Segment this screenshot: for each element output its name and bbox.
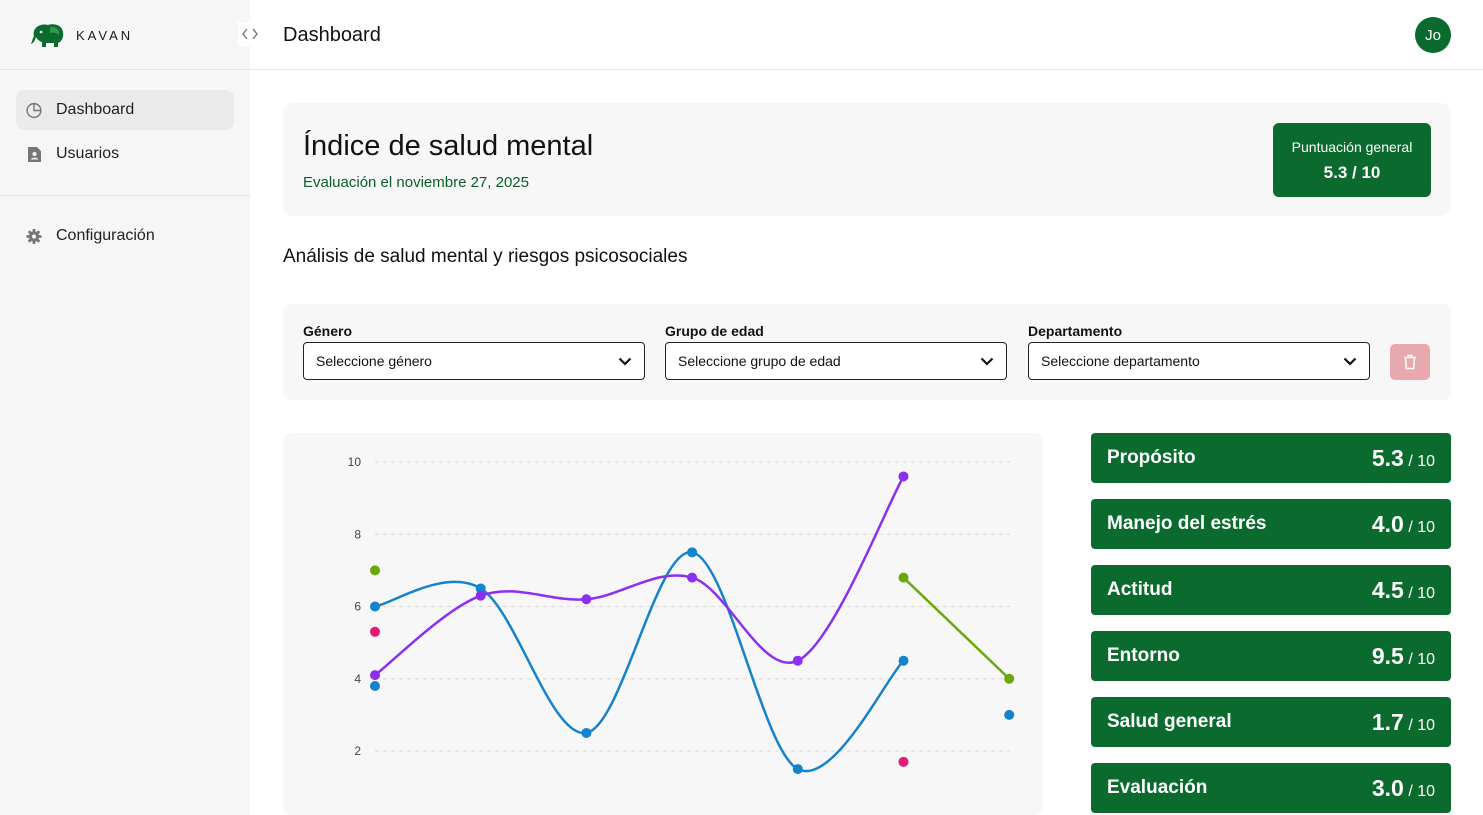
y-tick-label: 8 xyxy=(354,527,361,541)
sidebar-divider xyxy=(0,195,250,196)
data-point xyxy=(687,547,698,558)
y-tick-label: 10 xyxy=(348,455,362,469)
metric-card-actitud: Actitud 4.5 / 10 xyxy=(1091,565,1451,615)
y-tick-label: 2 xyxy=(354,744,361,758)
line-chart: 2 4 6 8 10 xyxy=(348,455,1015,775)
data-point xyxy=(898,655,909,666)
metric-card-proposito: Propósito 5.3 / 10 xyxy=(1091,433,1451,483)
age-filter-label: Grupo de edad xyxy=(665,323,764,339)
chart-card: 2 4 6 8 10 xyxy=(283,433,1043,815)
metric-value: 3.0 xyxy=(1371,774,1404,801)
metric-denominator: / 10 xyxy=(1408,650,1435,668)
index-title: Índice de salud mental xyxy=(303,130,594,162)
pie-chart-icon xyxy=(26,102,42,118)
data-point xyxy=(898,471,909,482)
data-point xyxy=(1004,709,1015,720)
avatar[interactable]: Jo xyxy=(1415,17,1451,53)
metric-denominator: / 10 xyxy=(1408,782,1435,800)
age-select-value: Seleccione grupo de edad xyxy=(678,353,841,369)
sidebar-item-usuarios[interactable]: Usuarios xyxy=(16,134,234,174)
metric-denominator: / 10 xyxy=(1408,584,1435,602)
filters-panel: Género Seleccione género Grupo de edad S… xyxy=(283,304,1451,400)
series-line xyxy=(902,576,1011,680)
data-point xyxy=(370,680,380,691)
chevron-down-icon xyxy=(1343,357,1357,366)
document-user-icon xyxy=(26,146,42,162)
sidebar: KAVAN Dashboard Usuarios Configuración xyxy=(0,0,250,815)
department-filter-label: Departamento xyxy=(1028,323,1123,339)
metric-denominator: / 10 xyxy=(1408,518,1435,536)
metric-denominator: / 10 xyxy=(1408,716,1435,734)
data-point xyxy=(475,590,486,601)
data-point xyxy=(898,756,909,767)
clear-filters-button[interactable] xyxy=(1390,344,1430,380)
metric-name: Evaluación xyxy=(1107,777,1208,798)
metric-value: 5.3 xyxy=(1371,444,1404,471)
page-title: Dashboard xyxy=(283,24,381,46)
data-point xyxy=(370,670,380,681)
mental-health-index-card: Índice de salud mental Evaluación el nov… xyxy=(283,103,1451,216)
metric-name: Actitud xyxy=(1107,579,1173,600)
metric-card-entorno: Entorno 9.5 / 10 xyxy=(1091,631,1451,681)
metric-name: Manejo del estrés xyxy=(1107,513,1267,534)
gender-select-value: Seleccione género xyxy=(316,353,432,369)
sidebar-item-label: Dashboard xyxy=(56,101,135,118)
series-line xyxy=(374,475,905,677)
evaluation-date: Evaluación el noviembre 27, 2025 xyxy=(303,174,529,191)
gender-select[interactable]: Seleccione género xyxy=(303,342,645,380)
chevron-down-icon xyxy=(618,357,632,366)
data-point xyxy=(687,572,698,583)
chevron-down-icon xyxy=(980,357,994,366)
metric-name: Entorno xyxy=(1107,645,1180,666)
y-tick-label: 6 xyxy=(354,600,361,614)
sidebar-divider xyxy=(0,69,250,70)
overall-score-label: Puntuación general xyxy=(1291,139,1413,155)
section-title: Análisis de salud mental y riesgos psico… xyxy=(283,246,688,267)
metric-card-salud-general: Salud general 1.7 / 10 xyxy=(1091,697,1451,747)
data-point xyxy=(370,626,380,637)
metric-name: Salud general xyxy=(1107,711,1232,732)
sidebar-item-label: Usuarios xyxy=(56,145,120,162)
sidebar-item-configuracion[interactable]: Configuración xyxy=(16,216,234,256)
sidebar-toggle-button[interactable] xyxy=(238,22,262,46)
metric-name: Propósito xyxy=(1107,447,1196,468)
metric-card-manejo-estres: Manejo del estrés 4.0 / 10 xyxy=(1091,499,1451,549)
metric-value: 4.0 xyxy=(1371,510,1404,537)
series-line xyxy=(374,551,905,773)
data-point xyxy=(898,572,909,583)
y-tick-label: 4 xyxy=(354,672,361,686)
metric-denominator: / 10 xyxy=(1408,452,1435,470)
overall-score-badge: Puntuación general 5.3 / 10 xyxy=(1273,123,1431,197)
elephant-logo-icon xyxy=(31,24,64,47)
brand-name: KAVAN xyxy=(76,27,134,43)
gear-icon xyxy=(26,228,42,244)
department-select[interactable]: Seleccione departamento xyxy=(1028,342,1370,380)
metric-card-evaluacion: Evaluación 3.0 / 10 xyxy=(1091,763,1451,813)
gender-filter-label: Género xyxy=(303,323,353,339)
metric-value: 1.7 xyxy=(1371,708,1404,735)
top-bar: Dashboard Jo xyxy=(250,0,1483,70)
age-group-select[interactable]: Seleccione grupo de edad xyxy=(665,342,1007,380)
department-select-value: Seleccione departamento xyxy=(1041,353,1200,369)
metric-value: 9.5 xyxy=(1371,642,1404,669)
data-point xyxy=(370,565,380,576)
code-brackets-icon xyxy=(242,28,258,40)
brand-logo[interactable]: KAVAN xyxy=(28,20,133,50)
data-point xyxy=(581,594,592,605)
sidebar-item-label: Configuración xyxy=(56,227,155,244)
overall-score-value: 5.3 / 10 xyxy=(1323,163,1381,182)
data-point xyxy=(581,727,592,738)
data-point xyxy=(792,655,803,666)
data-point xyxy=(792,764,803,775)
sidebar-item-dashboard[interactable]: Dashboard xyxy=(16,90,234,130)
department-filter: Departamento Seleccione departamento xyxy=(1028,323,1370,380)
data-point xyxy=(1004,673,1015,684)
data-point xyxy=(370,601,380,612)
metric-value: 4.5 xyxy=(1371,576,1404,603)
trash-icon xyxy=(1404,354,1416,370)
age-filter: Grupo de edad Seleccione grupo de edad xyxy=(665,323,1007,380)
gender-filter: Género Seleccione género xyxy=(303,323,645,380)
